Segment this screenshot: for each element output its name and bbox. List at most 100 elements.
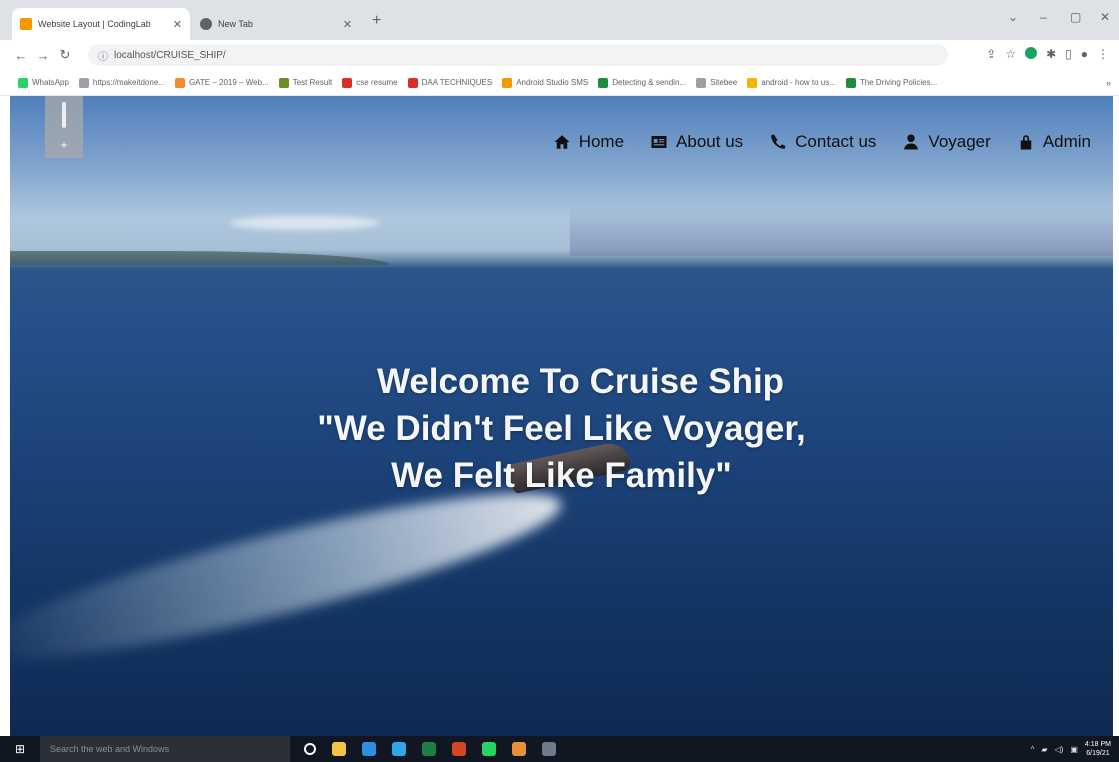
volume-icon[interactable]: ◁) bbox=[1055, 745, 1064, 754]
taskbar-search-placeholder: Search the web and Windows bbox=[50, 744, 170, 754]
bookmark-label: DAA TECHNIQUES bbox=[421, 78, 493, 87]
minimize-button[interactable]: – bbox=[1040, 10, 1047, 24]
forward-arrow-icon[interactable]: → bbox=[32, 48, 54, 63]
tab-close-icon[interactable]: ✕ bbox=[173, 18, 182, 31]
close-button[interactable]: ✕ bbox=[1100, 10, 1110, 24]
nav-admin[interactable]: Admin bbox=[1017, 132, 1091, 152]
scroll-widget-bar[interactable] bbox=[62, 102, 66, 128]
taskbar-chrome-active-icon[interactable] bbox=[542, 742, 556, 756]
taskbar-whatsapp-icon[interactable] bbox=[482, 742, 496, 756]
maximize-button[interactable]: ▢ bbox=[1070, 10, 1081, 24]
bookmark-favicon-icon bbox=[598, 77, 609, 88]
system-tray: ^ ▰ ◁) ▣ 4:18 PM 6/19/21 bbox=[1031, 740, 1111, 758]
home-icon bbox=[554, 135, 570, 149]
bookmark-favicon-icon bbox=[696, 77, 707, 88]
windows-start-icon[interactable]: ⊞ bbox=[0, 742, 40, 756]
bookmark-label: cse resume bbox=[356, 78, 398, 87]
back-arrow-icon[interactable]: ← bbox=[10, 48, 32, 63]
hero-horizon-haze bbox=[570, 204, 1113, 256]
taskbar-file-explorer-icon[interactable] bbox=[332, 742, 346, 756]
hero-tagline-line-2: We Felt Like Family" bbox=[391, 456, 732, 495]
bookmark-label: android - how to us... bbox=[761, 78, 836, 87]
bookmark-item[interactable]: https://makeitdone... bbox=[78, 77, 165, 88]
bookmark-label: GATE – 2019 – Web... bbox=[188, 78, 269, 87]
bookmark-item[interactable]: Detecting & sendin... bbox=[598, 77, 687, 88]
bookmark-label: https://makeitdone... bbox=[92, 78, 165, 87]
bookmarks-overflow-button[interactable]: » bbox=[1106, 78, 1111, 88]
menu-kebab-icon[interactable]: ⋮ bbox=[1097, 47, 1109, 61]
new-tab-button[interactable]: + bbox=[372, 12, 381, 30]
tab-title: New Tab bbox=[218, 19, 253, 29]
taskbar-edge-icon[interactable] bbox=[362, 742, 376, 756]
nav-contact-us[interactable]: Contact us bbox=[769, 132, 876, 152]
bookmark-item[interactable]: GATE – 2019 – Web... bbox=[174, 77, 269, 88]
tab-active[interactable]: Website Layout | CodingLab ✕ bbox=[12, 8, 190, 40]
nav-home-label: Home bbox=[578, 132, 625, 151]
tab-search-icon[interactable]: ⌄ bbox=[1008, 10, 1018, 24]
bookmark-star-icon[interactable]: ☆ bbox=[1005, 47, 1016, 61]
bookmark-item[interactable]: Sitebee bbox=[696, 77, 737, 88]
address-text: localhost/CRUISE_SHIP/ bbox=[114, 49, 226, 61]
extensions-puzzle-icon[interactable]: ✱ bbox=[1046, 47, 1056, 61]
nav-about-label: About us bbox=[676, 132, 744, 151]
id-card-icon bbox=[651, 136, 667, 148]
bookmark-label: Detecting & sendin... bbox=[612, 78, 687, 87]
bookmark-item[interactable]: The Driving Policies... bbox=[845, 77, 938, 88]
bookmark-label: Android Studio SMS bbox=[516, 78, 589, 87]
reload-icon[interactable]: ↻ bbox=[54, 47, 76, 63]
hero-title: Welcome To Cruise Ship bbox=[376, 362, 785, 401]
share-icon[interactable]: ⇪ bbox=[986, 47, 996, 61]
tab-title: Website Layout | CodingLab bbox=[38, 19, 151, 29]
taskbar-search-box[interactable]: Search the web and Windows bbox=[40, 736, 290, 762]
bookmark-label: Test Result bbox=[292, 78, 333, 87]
nav-home[interactable]: Home bbox=[553, 132, 624, 152]
page-viewport: + Home About us Contact us Voyager Admin… bbox=[10, 96, 1113, 736]
hero-cloud bbox=[230, 216, 380, 230]
bookmark-item[interactable]: WhatsApp bbox=[18, 77, 69, 88]
hero-tagline-line-1: "We Didn't Feel Like Voyager, bbox=[317, 409, 806, 448]
bookmark-item[interactable]: DAA TECHNIQUES bbox=[407, 77, 493, 88]
bookmark-favicon-icon bbox=[18, 77, 28, 88]
network-icon[interactable]: ▰ bbox=[1041, 745, 1047, 754]
taskbar-clock[interactable]: 4:18 PM 6/19/21 bbox=[1085, 740, 1111, 758]
bookmark-item[interactable]: Android Studio SMS bbox=[502, 77, 589, 88]
bookmark-favicon-icon bbox=[845, 77, 856, 88]
taskbar-notes-icon[interactable] bbox=[512, 742, 526, 756]
tab-close-icon[interactable]: ✕ bbox=[343, 18, 352, 31]
scroll-widget[interactable]: + bbox=[45, 96, 83, 158]
address-bar[interactable]: ⓘ localhost/CRUISE_SHIP/ bbox=[88, 44, 948, 66]
bookmark-favicon-icon bbox=[342, 77, 353, 88]
bookmark-item[interactable]: Test Result bbox=[278, 77, 333, 88]
taskbar-apps bbox=[304, 742, 556, 756]
hero-heading: Welcome To Cruise Ship "We Didn't Feel L… bbox=[10, 358, 1113, 499]
plus-icon[interactable]: + bbox=[60, 138, 67, 152]
bookmark-favicon-icon bbox=[502, 77, 513, 88]
lock-icon bbox=[1020, 135, 1032, 150]
tab-favicon-icon bbox=[20, 18, 32, 30]
tray-chevron-icon[interactable]: ^ bbox=[1031, 745, 1035, 754]
bookmarks-bar: WhatsApp https://makeitdone... GATE – 2019… bbox=[0, 70, 1119, 96]
bookmark-favicon-icon bbox=[78, 77, 89, 88]
site-navigation: Home About us Contact us Voyager Admin bbox=[553, 132, 1091, 152]
taskbar-excel-icon[interactable] bbox=[422, 742, 436, 756]
site-info-icon[interactable]: ⓘ bbox=[98, 48, 108, 63]
browser-toolbar: ← → ↻ ⓘ localhost/CRUISE_SHIP/ ⇪ ☆ ✱ ▯ ●… bbox=[0, 40, 1119, 70]
taskbar-task-view-icon[interactable] bbox=[304, 743, 316, 755]
bookmark-item[interactable]: cse resume bbox=[342, 77, 398, 88]
tab-new[interactable]: New Tab ✕ bbox=[192, 8, 360, 40]
browser-tab-strip: Website Layout | CodingLab ✕ New Tab ✕ +… bbox=[0, 0, 1119, 40]
bookmark-label: The Driving Policies... bbox=[859, 78, 938, 87]
nav-contact-label: Contact us bbox=[795, 132, 877, 151]
nav-voyager[interactable]: Voyager bbox=[902, 132, 991, 152]
nav-about-us[interactable]: About us bbox=[650, 132, 743, 152]
bookmark-item[interactable]: android - how to us... bbox=[747, 77, 836, 88]
taskbar-powerpoint-icon[interactable] bbox=[452, 742, 466, 756]
phone-icon bbox=[771, 134, 786, 149]
notifications-icon[interactable]: ▣ bbox=[1070, 745, 1078, 754]
clock-time: 4:18 PM bbox=[1084, 741, 1111, 748]
side-panel-icon[interactable]: ▯ bbox=[1065, 47, 1072, 61]
taskbar-chrome-icon[interactable] bbox=[392, 742, 406, 756]
profile-icon[interactable]: ● bbox=[1081, 47, 1088, 61]
extension-icon[interactable] bbox=[1025, 47, 1038, 59]
hero-coastline bbox=[10, 251, 390, 265]
